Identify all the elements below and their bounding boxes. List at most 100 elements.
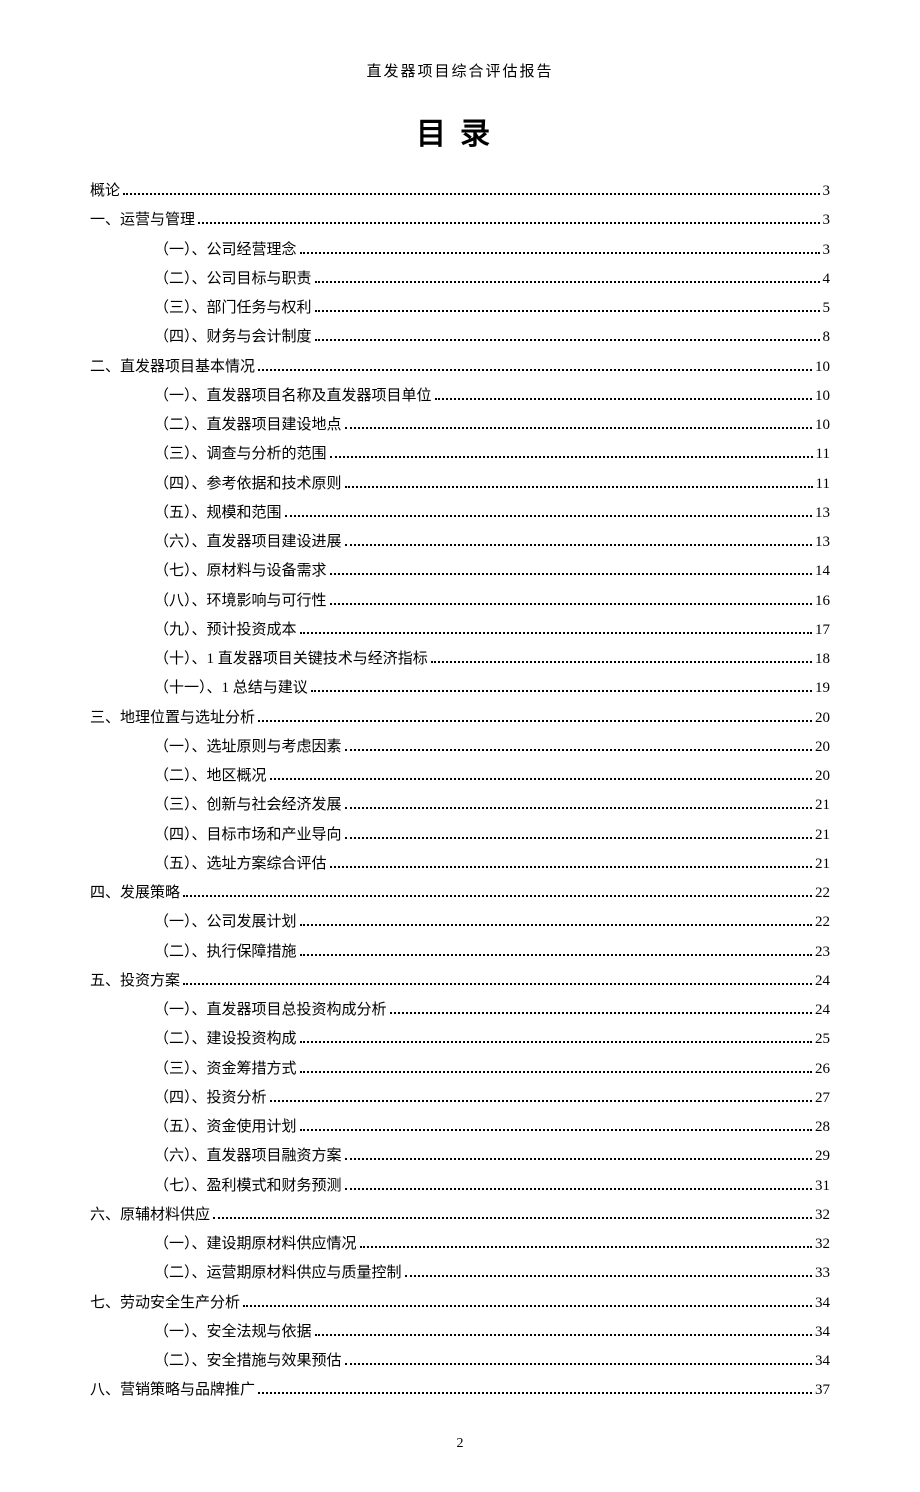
toc-dots (330, 573, 812, 575)
toc-dots (258, 1392, 812, 1394)
toc-entry-page: 11 (816, 470, 830, 499)
toc-entry: （六）、直发器项目建设进展 13 (90, 528, 830, 557)
toc-entry: （三）、创新与社会经济发展21 (90, 791, 830, 820)
toc-dots (345, 427, 812, 429)
toc-entry: （二）、执行保障措施 23 (90, 938, 830, 967)
toc-entry: （四）、参考依据和技术原则11 (90, 470, 830, 499)
toc-entry-page: 23 (815, 938, 830, 967)
toc-entry-page: 11 (816, 440, 830, 469)
toc-dots (270, 1100, 812, 1102)
toc-entry-label: （一）、选址原则与考虑因素 (154, 733, 342, 762)
toc-entry-page: 4 (823, 265, 831, 294)
toc-dots (300, 954, 812, 956)
toc-entry-label: （二）、建设投资构成 (154, 1025, 297, 1054)
toc-entry-page: 21 (815, 791, 830, 820)
toc-entry-page: 20 (815, 762, 830, 791)
toc-entry-label: （二）、执行保障措施 (154, 938, 297, 967)
toc-entry-page: 21 (815, 850, 830, 879)
toc-entry-page: 10 (815, 411, 830, 440)
toc-entry-label: （一）、建设期原材料供应情况 (154, 1230, 357, 1259)
toc-entry-page: 24 (815, 996, 830, 1025)
toc-entry: 一、运营与管理3 (90, 206, 830, 235)
toc-entry: （七）、原材料与设备需求14 (90, 557, 830, 586)
toc-entry-page: 21 (815, 821, 830, 850)
toc-dots (345, 1188, 812, 1190)
toc-dots (315, 310, 820, 312)
toc-entry-label: （六）、直发器项目融资方案 (154, 1142, 342, 1171)
toc-entry-label: （二）、运营期原材料供应与质量控制 (154, 1259, 402, 1288)
toc-entry-label: （四）、投资分析 (154, 1084, 267, 1113)
toc-entry-page: 13 (815, 528, 830, 557)
toc-entry-label: 八、营销策略与品牌推广 (90, 1376, 255, 1405)
toc-dots (315, 281, 820, 283)
toc-entry: （二）、地区概况20 (90, 762, 830, 791)
toc-entry: （一）、安全法规与依据34 (90, 1318, 830, 1347)
toc-dots (198, 222, 819, 224)
toc-entry-label: 一、运营与管理 (90, 206, 195, 235)
toc-entry: （五）、选址方案综合评估21 (90, 850, 830, 879)
toc-entry: （四）、财务与会计制度8 (90, 323, 830, 352)
toc-entry: （二）、建设投资构成 25 (90, 1025, 830, 1054)
toc-dots (360, 1246, 812, 1248)
toc-entry-page: 8 (823, 323, 831, 352)
toc-entry: 二、直发器项目基本情况10 (90, 353, 830, 382)
toc-dots (123, 193, 819, 195)
toc-entry-page: 37 (815, 1376, 830, 1405)
toc-dots (330, 456, 813, 458)
toc-entry-page: 3 (823, 236, 831, 265)
toc-entry-page: 32 (815, 1201, 830, 1230)
toc-entry: （一）、直发器项目名称及直发器项目单位10 (90, 382, 830, 411)
toc-entry-page: 33 (815, 1259, 830, 1288)
toc-entry-page: 17 (815, 616, 830, 645)
toc-entry-page: 25 (815, 1025, 830, 1054)
toc-entry-label: （六）、直发器项目建设进展 (154, 528, 342, 557)
toc-entry: （三）、调查与分析的范围11 (90, 440, 830, 469)
toc-dots (345, 1158, 812, 1160)
toc-entry-page: 28 (815, 1113, 830, 1142)
toc-dots (345, 837, 812, 839)
toc-entry-label: （九）、预计投资成本 (154, 616, 297, 645)
toc-entry: （八）、环境影响与可行性 16 (90, 587, 830, 616)
toc-entry-page: 22 (815, 908, 830, 937)
toc-dots (405, 1275, 812, 1277)
toc-entry-label: （四）、目标市场和产业导向 (154, 821, 342, 850)
toc-dots (183, 983, 812, 985)
toc-entry-label: （一）、直发器项目名称及直发器项目单位 (154, 382, 432, 411)
toc-dots (183, 895, 812, 897)
toc-entry-label: 五、投资方案 (90, 967, 180, 996)
toc-entry-label: （二）、直发器项目建设地点 (154, 411, 342, 440)
toc-entry: （五）、规模和范围13 (90, 499, 830, 528)
toc-entry-page: 14 (815, 557, 830, 586)
toc-entry-label: （八）、环境影响与可行性 (154, 587, 327, 616)
toc-entry-label: （二）、安全措施与效果预估 (154, 1347, 342, 1376)
toc-entry-label: （五）、规模和范围 (154, 499, 282, 528)
toc-entry-label: 三、地理位置与选址分析 (90, 704, 255, 733)
toc-entry-page: 20 (815, 733, 830, 762)
toc-entry-page: 16 (815, 587, 830, 616)
toc-dots (300, 1129, 812, 1131)
toc-entry-page: 34 (815, 1318, 830, 1347)
page-number: 2 (90, 1436, 830, 1452)
toc-entry-label: （十）、1 直发器项目关键技术与经济指标 (154, 645, 428, 674)
toc-entry-label: （一）、直发器项目总投资构成分析 (154, 996, 387, 1025)
toc-entry-page: 18 (815, 645, 830, 674)
toc-dots (345, 807, 812, 809)
toc-entry: 概论3 (90, 177, 830, 206)
toc-entry: （二）、公司目标与职责4 (90, 265, 830, 294)
toc-entry-label: （三）、资金筹措方式 (154, 1055, 297, 1084)
toc-entry-page: 20 (815, 704, 830, 733)
toc-entry-label: 概论 (90, 177, 120, 206)
toc-entry: （一）、选址原则与考虑因素 20 (90, 733, 830, 762)
toc-entry-page: 5 (823, 294, 831, 323)
toc-entry: （三）、资金筹措方式26 (90, 1055, 830, 1084)
toc-dots (300, 632, 812, 634)
toc-entry: （二）、直发器项目建设地点 10 (90, 411, 830, 440)
toc-entry: （十）、1 直发器项目关键技术与经济指标 18 (90, 645, 830, 674)
toc-entry: 八、营销策略与品牌推广 37 (90, 1376, 830, 1405)
toc-entry-label: 六、原辅材料供应 (90, 1201, 210, 1230)
toc-entry-label: 四、发展策略 (90, 879, 180, 908)
toc-entry-label: （一）、公司经营理念 (154, 236, 297, 265)
toc-title: 目录 (90, 109, 830, 153)
toc-dots (330, 603, 812, 605)
toc-entry-page: 29 (815, 1142, 830, 1171)
